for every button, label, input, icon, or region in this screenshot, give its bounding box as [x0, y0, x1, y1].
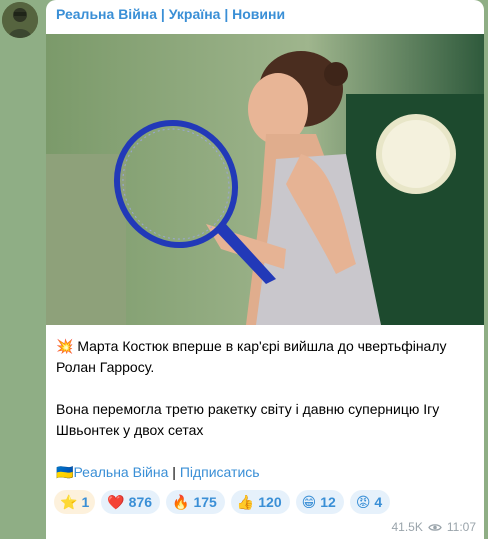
- reaction-grin[interactable]: 😁 12: [295, 490, 344, 514]
- channel-avatar[interactable]: [2, 2, 38, 38]
- message-meta: 41.5K 11:07: [392, 520, 477, 534]
- reaction-star[interactable]: ⭐ 1: [54, 490, 96, 514]
- message-time: 11:07: [446, 520, 476, 534]
- explosion-icon: 💥: [56, 338, 74, 354]
- channel-link[interactable]: Реальна Війна: [73, 464, 168, 480]
- view-count: 41.5K: [391, 520, 423, 534]
- post-footer: 🇺🇦Реальна Війна | Підписатись: [56, 462, 476, 483]
- subscribe-link[interactable]: Підписатись: [180, 464, 260, 480]
- fire-icon: 🔥: [172, 494, 190, 510]
- angry-icon: 😡: [355, 494, 371, 510]
- reaction-heart[interactable]: ❤️ 876: [101, 490, 161, 514]
- thumbs-up-icon: 👍: [236, 494, 255, 510]
- reaction-fire[interactable]: 🔥 175: [166, 490, 225, 514]
- reaction-angry[interactable]: 😡 4: [349, 490, 391, 514]
- post-paragraph-2: Вона перемогла третю ракетку світу і дав…: [56, 401, 440, 438]
- heart-icon: ❤️: [107, 494, 125, 510]
- reaction-count: 876: [128, 494, 153, 510]
- post-text: 💥 Марта Костюк вперше в кар'єрі вийшла д…: [56, 336, 476, 483]
- eye-icon: [428, 523, 442, 531]
- message-bubble: Реальна Війна | Україна | Новини 💥 Марта…: [46, 0, 484, 539]
- reaction-thumbs-up[interactable]: 👍 120: [230, 490, 290, 514]
- reaction-count: 120: [258, 494, 282, 510]
- post-paragraph-1: 💥 Марта Костюк вперше в кар'єрі вийшла д…: [56, 336, 476, 378]
- ukraine-flag-icon: 🇺🇦: [56, 464, 74, 480]
- avatar-image: [2, 2, 38, 38]
- grin-icon: 😁: [301, 494, 317, 510]
- tennis-player-image: [46, 34, 484, 325]
- post-line-1: Марта Костюк вперше в кар'єрі вийшла до …: [56, 338, 447, 375]
- reaction-count: 1: [81, 494, 90, 510]
- channel-name[interactable]: Реальна Війна | Україна | Новини: [56, 6, 285, 22]
- reactions-bar: ⭐ 1 ❤️ 876 🔥 175 👍 120 😁 12 😡 4: [54, 490, 391, 514]
- footer-separator: |: [172, 464, 176, 480]
- post-photo[interactable]: [46, 34, 484, 325]
- star-icon: ⭐: [60, 494, 78, 510]
- reaction-count: 175: [193, 494, 217, 510]
- reaction-count: 12: [320, 494, 336, 510]
- reaction-count: 4: [374, 494, 383, 510]
